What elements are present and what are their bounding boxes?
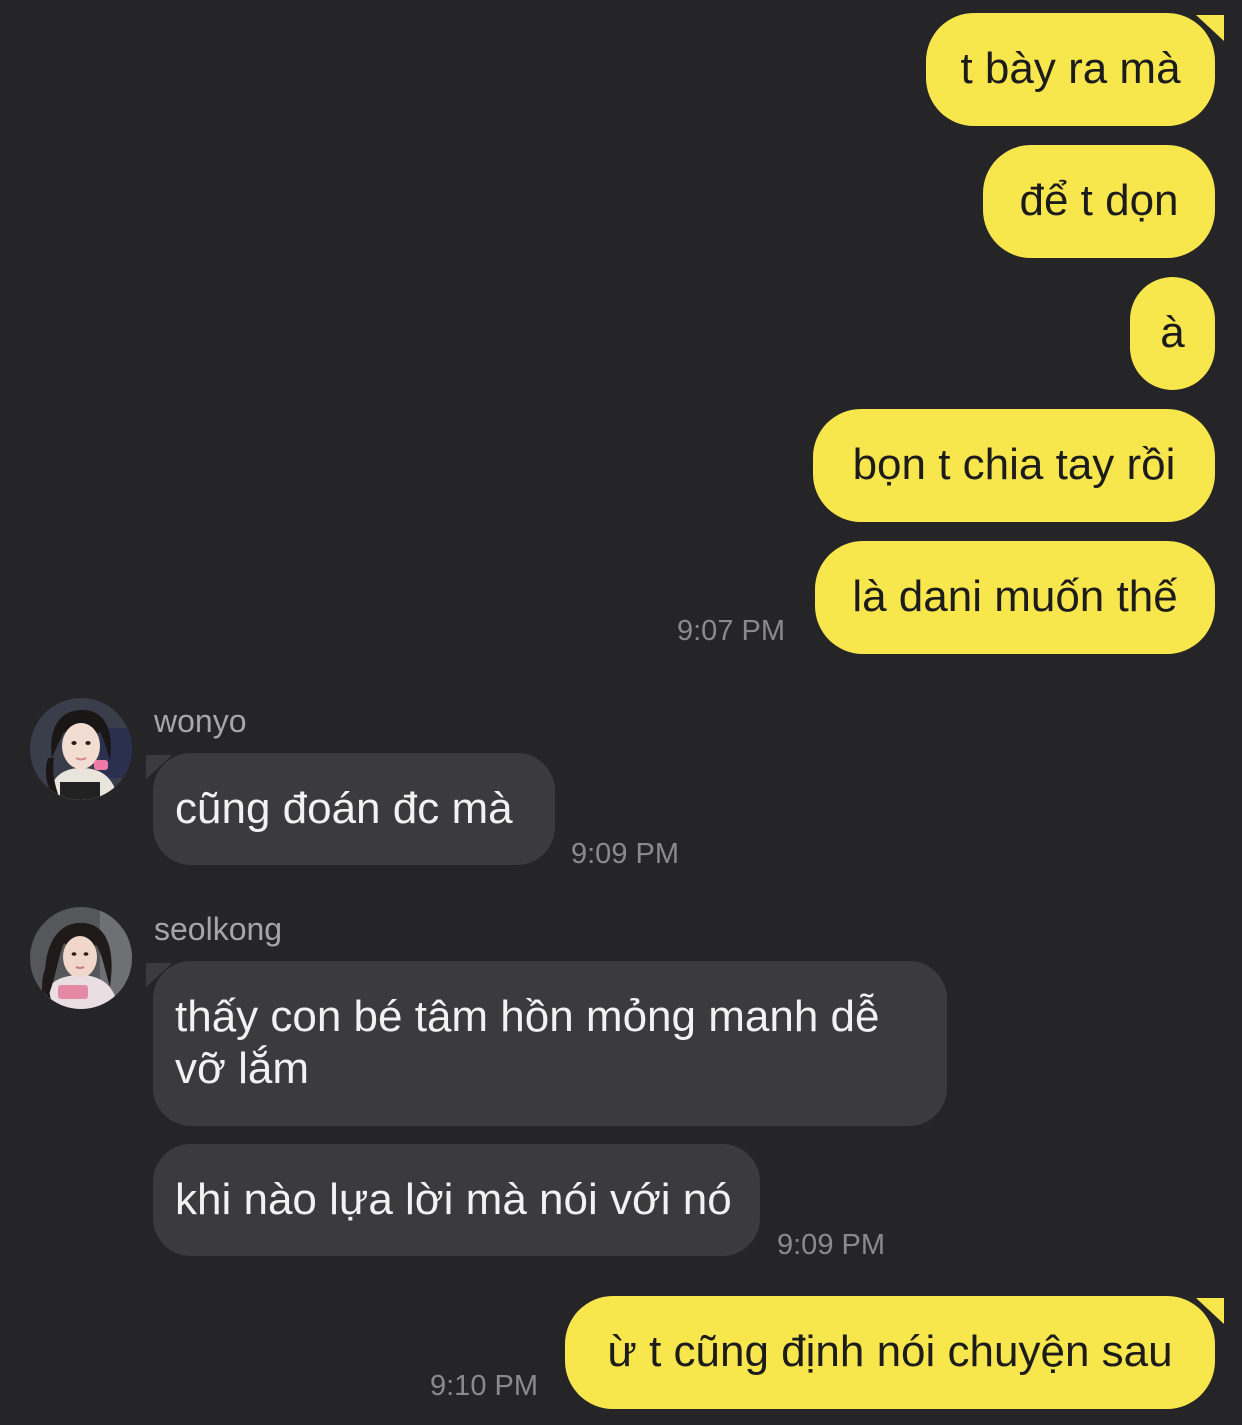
message-text-line: vỡ lắm — [175, 1044, 309, 1093]
avatar-wonyo[interactable] — [30, 698, 132, 800]
bubble-tail — [146, 755, 172, 779]
message-bubble-outgoing[interactable]: để t dọn — [983, 145, 1215, 258]
message-text: t bày ra mà — [960, 44, 1181, 93]
message-timestamp: 9:09 PM — [777, 1229, 885, 1261]
message-text-line: thấy con bé tâm hồn mỏng manh dễ — [175, 992, 880, 1041]
message-text: bọn t chia tay rồi — [852, 440, 1176, 489]
avatar-wonyo-icon — [30, 698, 132, 800]
message-text: à — [1160, 308, 1185, 357]
message-bubble-outgoing[interactable]: là dani muốn thế — [815, 541, 1215, 654]
message-bubble-incoming[interactable]: cũng đoán đc mà — [153, 753, 555, 865]
bubble-tail — [1196, 15, 1224, 41]
message-timestamp: 9:10 PM — [430, 1370, 538, 1402]
message-bubble-outgoing[interactable]: à — [1130, 277, 1215, 390]
message-bubble-outgoing[interactable]: bọn t chia tay rồi — [813, 409, 1215, 522]
message-text: để t dọn — [1019, 176, 1179, 225]
message-bubble-outgoing[interactable]: t bày ra mà — [926, 13, 1215, 126]
sender-name: seolkong — [154, 911, 283, 947]
message-text: khi nào lựa lời mà nói với nó — [175, 1175, 732, 1224]
message-bubble-outgoing[interactable]: ừ t cũng định nói chuyện sau — [565, 1296, 1215, 1409]
message-timestamp: 9:09 PM — [571, 838, 679, 870]
bubble-tail — [146, 963, 172, 987]
avatar-seolkong[interactable] — [30, 907, 132, 1009]
sender-name: wonyo — [154, 703, 247, 739]
message-text: ừ t cũng định nói chuyện sau — [607, 1327, 1173, 1376]
message-text: cũng đoán đc mà — [175, 784, 513, 833]
message-timestamp: 9:07 PM — [677, 615, 785, 647]
message-text: là dani muốn thế — [852, 572, 1178, 621]
bubble-tail — [1196, 1298, 1224, 1324]
message-bubble-incoming[interactable]: khi nào lựa lời mà nói với nó — [153, 1144, 760, 1256]
message-bubble-incoming[interactable]: thấy con bé tâm hồn mỏng manh dễ vỡ lắm — [153, 961, 947, 1126]
avatar-seolkong-icon — [30, 907, 132, 1009]
